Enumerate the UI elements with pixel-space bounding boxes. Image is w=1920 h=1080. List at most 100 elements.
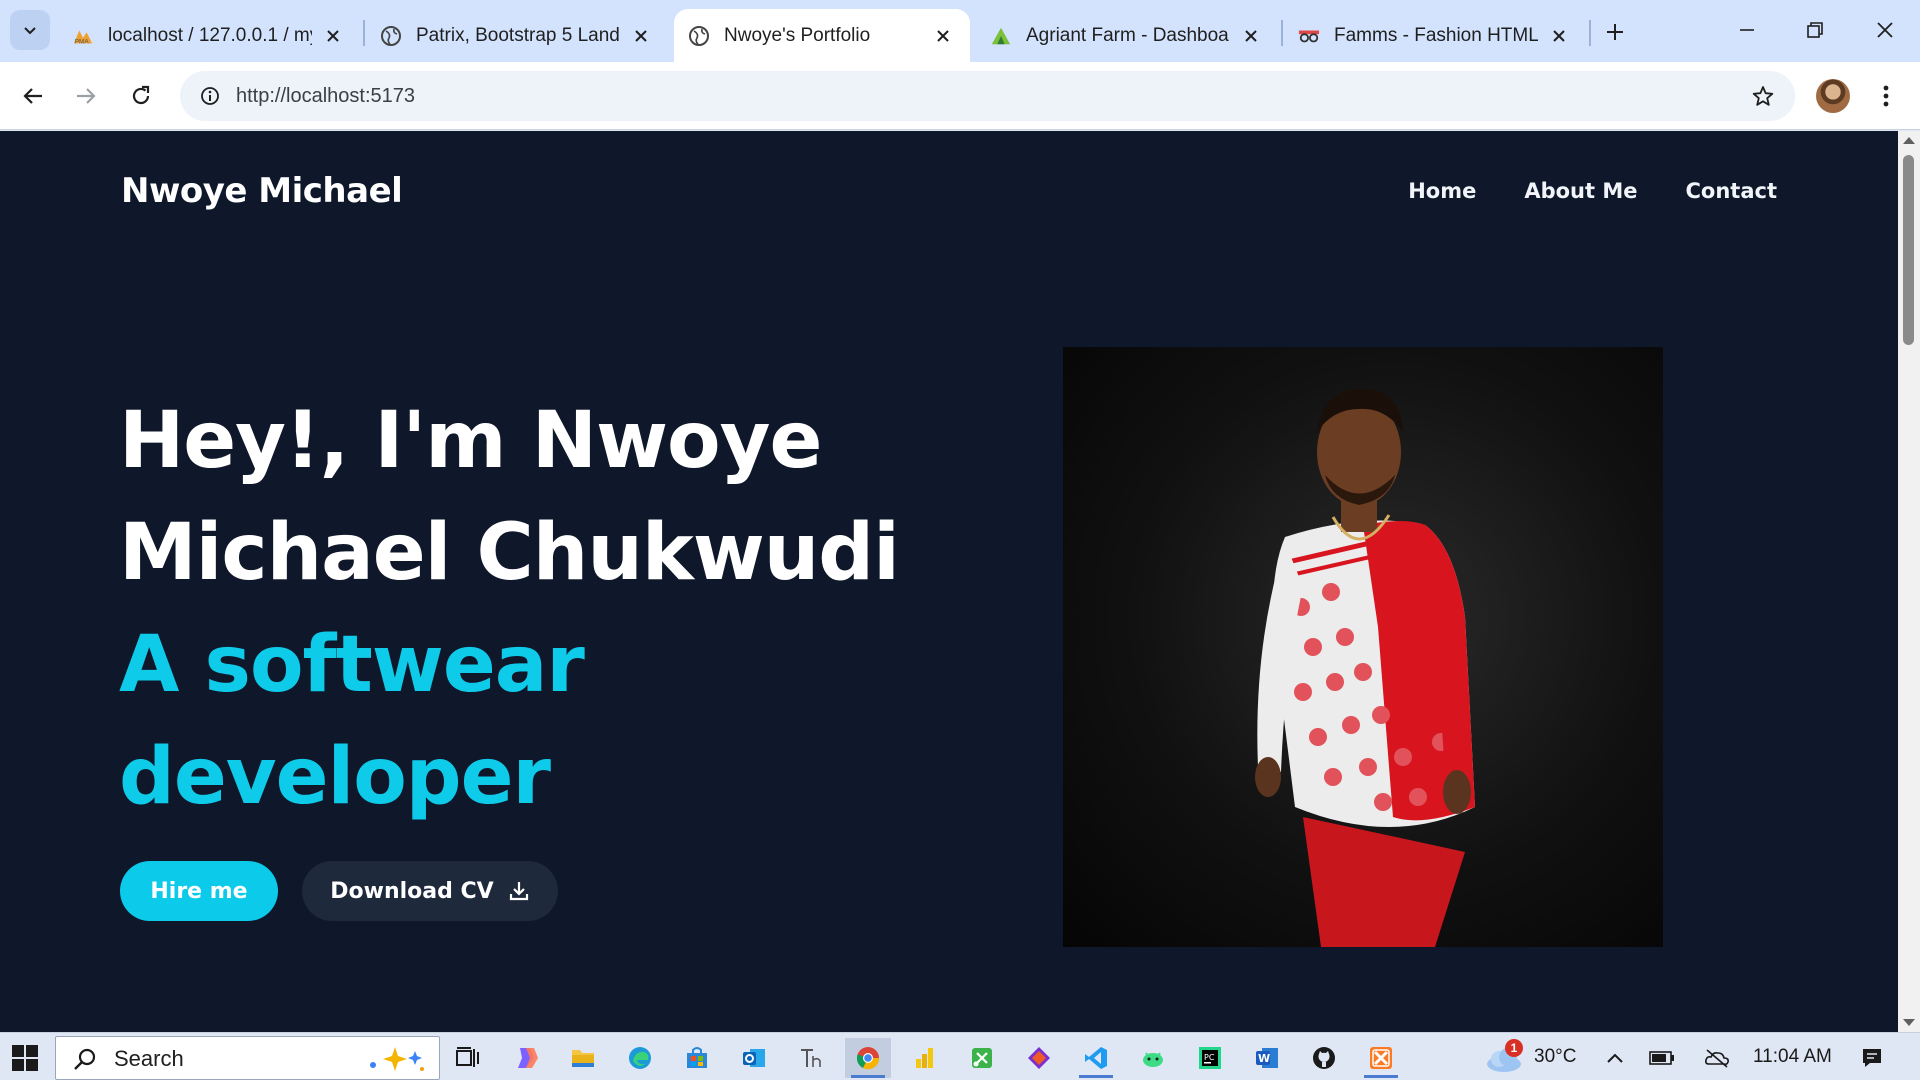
taskbar-copilot[interactable] (504, 1038, 550, 1078)
taskbar-search-placeholder: Search (114, 1046, 184, 1071)
outlook-icon (743, 1049, 765, 1067)
url-text[interactable]: http://localhost:5173 (236, 71, 415, 121)
nav-contact[interactable]: Contact (1686, 179, 1778, 203)
taskbar-git-client[interactable] (1016, 1038, 1062, 1078)
onedrive-cloud-offline-icon (1705, 1049, 1729, 1068)
minimize-button[interactable] (1714, 8, 1780, 52)
famms-icon (1298, 25, 1320, 47)
close-tab-icon[interactable] (322, 25, 344, 47)
task-view-button[interactable] (444, 1038, 490, 1078)
close-tab-icon[interactable] (1548, 25, 1570, 47)
browser-toolbar: http://localhost:5173 (0, 62, 1920, 130)
taskbar-snipping-tool[interactable] (959, 1038, 1005, 1078)
svg-text:W: W (1258, 1052, 1270, 1065)
close-tab-icon[interactable] (630, 25, 652, 47)
scroll-thumb[interactable] (1903, 155, 1914, 345)
android-studio-icon (1143, 1052, 1163, 1067)
close-tab-icon[interactable] (1240, 25, 1262, 47)
new-tab-button[interactable] (1597, 14, 1633, 50)
chrome-icon (856, 1047, 880, 1070)
chevron-down-icon (24, 27, 36, 35)
notifications-button[interactable] (1854, 1038, 1890, 1078)
globe-icon (380, 25, 402, 47)
profile-avatar[interactable] (1816, 79, 1850, 113)
taskbar-xampp[interactable] (1358, 1038, 1404, 1078)
svg-text:PC: PC (1204, 1053, 1215, 1062)
taskbar-text-app[interactable] (788, 1038, 834, 1078)
close-window-button[interactable] (1852, 8, 1918, 52)
taskbar-vscode[interactable] (1073, 1038, 1119, 1078)
forward-button[interactable] (64, 74, 108, 118)
store-icon (687, 1047, 707, 1068)
nav-home[interactable]: Home (1408, 179, 1476, 203)
tab-nwoye-portfolio[interactable]: Nwoye's Portfolio (674, 9, 970, 62)
hero-heading-line-1: Hey!, I'm Nwoye (119, 396, 822, 486)
taskbar-pycharm[interactable]: PC (1187, 1038, 1233, 1078)
scroll-down-arrow[interactable] (1903, 1019, 1915, 1026)
taskbar-outlook[interactable] (731, 1038, 777, 1078)
word-icon: W (1256, 1048, 1278, 1068)
taskbar-github-desktop[interactable] (1301, 1038, 1347, 1078)
close-icon (1877, 22, 1893, 38)
github-icon (1313, 1047, 1335, 1069)
tab-separator (1589, 20, 1591, 46)
minimize-icon (1740, 29, 1754, 31)
plus-icon (1607, 24, 1623, 40)
show-hidden-icons-button[interactable] (1600, 1038, 1630, 1078)
scroll-up-arrow[interactable] (1903, 137, 1915, 144)
hire-me-label: Hire me (150, 878, 248, 904)
taskbar-power-bi[interactable] (902, 1038, 948, 1078)
restore-icon (1807, 22, 1823, 38)
profile-photo (1063, 347, 1663, 947)
git-diamond-icon (1028, 1047, 1050, 1069)
notification-icon (1863, 1049, 1881, 1067)
taskbar-file-explorer[interactable] (560, 1038, 606, 1078)
vscode-icon (1085, 1047, 1107, 1069)
restore-button[interactable] (1782, 8, 1848, 52)
taskbar-store[interactable] (674, 1038, 720, 1078)
hero-heading-line-2: Michael Chukwudi (119, 508, 900, 598)
bookmark-star-icon[interactable] (1745, 78, 1781, 114)
hero-heading: Hey!, I'm Nwoye Michael Chukwudi (119, 385, 939, 609)
taskbar-search[interactable]: Search (55, 1036, 440, 1080)
site-brand[interactable]: Nwoye Michael (121, 171, 403, 211)
edge-icon (629, 1047, 651, 1069)
tab-agriant-farm[interactable]: Agriant Farm - Dashboard (976, 9, 1278, 62)
browser-menu-button[interactable] (1868, 76, 1904, 116)
site-info-icon[interactable] (192, 78, 228, 114)
start-button[interactable] (10, 1043, 40, 1073)
battery-status[interactable] (1645, 1038, 1679, 1078)
close-tab-icon[interactable] (932, 25, 954, 47)
tab-search-button[interactable] (10, 10, 50, 50)
taskbar-android-studio[interactable] (1130, 1038, 1176, 1078)
page-scrollbar[interactable] (1898, 131, 1920, 1032)
weather-temperature[interactable]: 30°C (1534, 1033, 1576, 1080)
scissors-icon (972, 1048, 992, 1068)
hero-subheading: A softwear developer (119, 609, 939, 833)
tab-famms[interactable]: Famms - Fashion HTML T (1284, 9, 1586, 62)
chevron-up-icon (1607, 1053, 1623, 1063)
phpmyadmin-icon: PMA (72, 25, 94, 47)
nav-about-me[interactable]: About Me (1524, 179, 1637, 203)
tab-patrix[interactable]: Patrix, Bootstrap 5 Landin (366, 9, 668, 62)
tab-phpmyadmin[interactable]: PMA localhost / 127.0.0.1 / my (58, 9, 360, 62)
taskbar-chrome[interactable] (845, 1038, 891, 1078)
hire-me-button[interactable]: Hire me (120, 861, 278, 921)
taskbar-edge[interactable] (617, 1038, 663, 1078)
tab-separator (1281, 20, 1283, 46)
task-view-icon (456, 1047, 479, 1067)
weather-badge: 1 (1505, 1039, 1523, 1057)
address-bar[interactable]: http://localhost:5173 (180, 71, 1795, 121)
back-button[interactable] (11, 74, 55, 118)
page-viewport: Nwoye Michael Home About Me Contact Hey!… (0, 131, 1898, 1032)
text-font-icon (801, 1049, 821, 1067)
taskbar-word[interactable]: W (1244, 1038, 1290, 1078)
reload-icon (132, 85, 150, 105)
download-icon (509, 882, 528, 901)
taskbar-clock[interactable]: 11:04 AM (1753, 1033, 1832, 1080)
reload-button[interactable] (119, 74, 163, 118)
network-status[interactable] (1700, 1038, 1734, 1078)
download-cv-button[interactable]: Download CV (302, 861, 558, 921)
svg-text:PMA: PMA (75, 38, 90, 45)
agriant-icon (990, 25, 1012, 47)
